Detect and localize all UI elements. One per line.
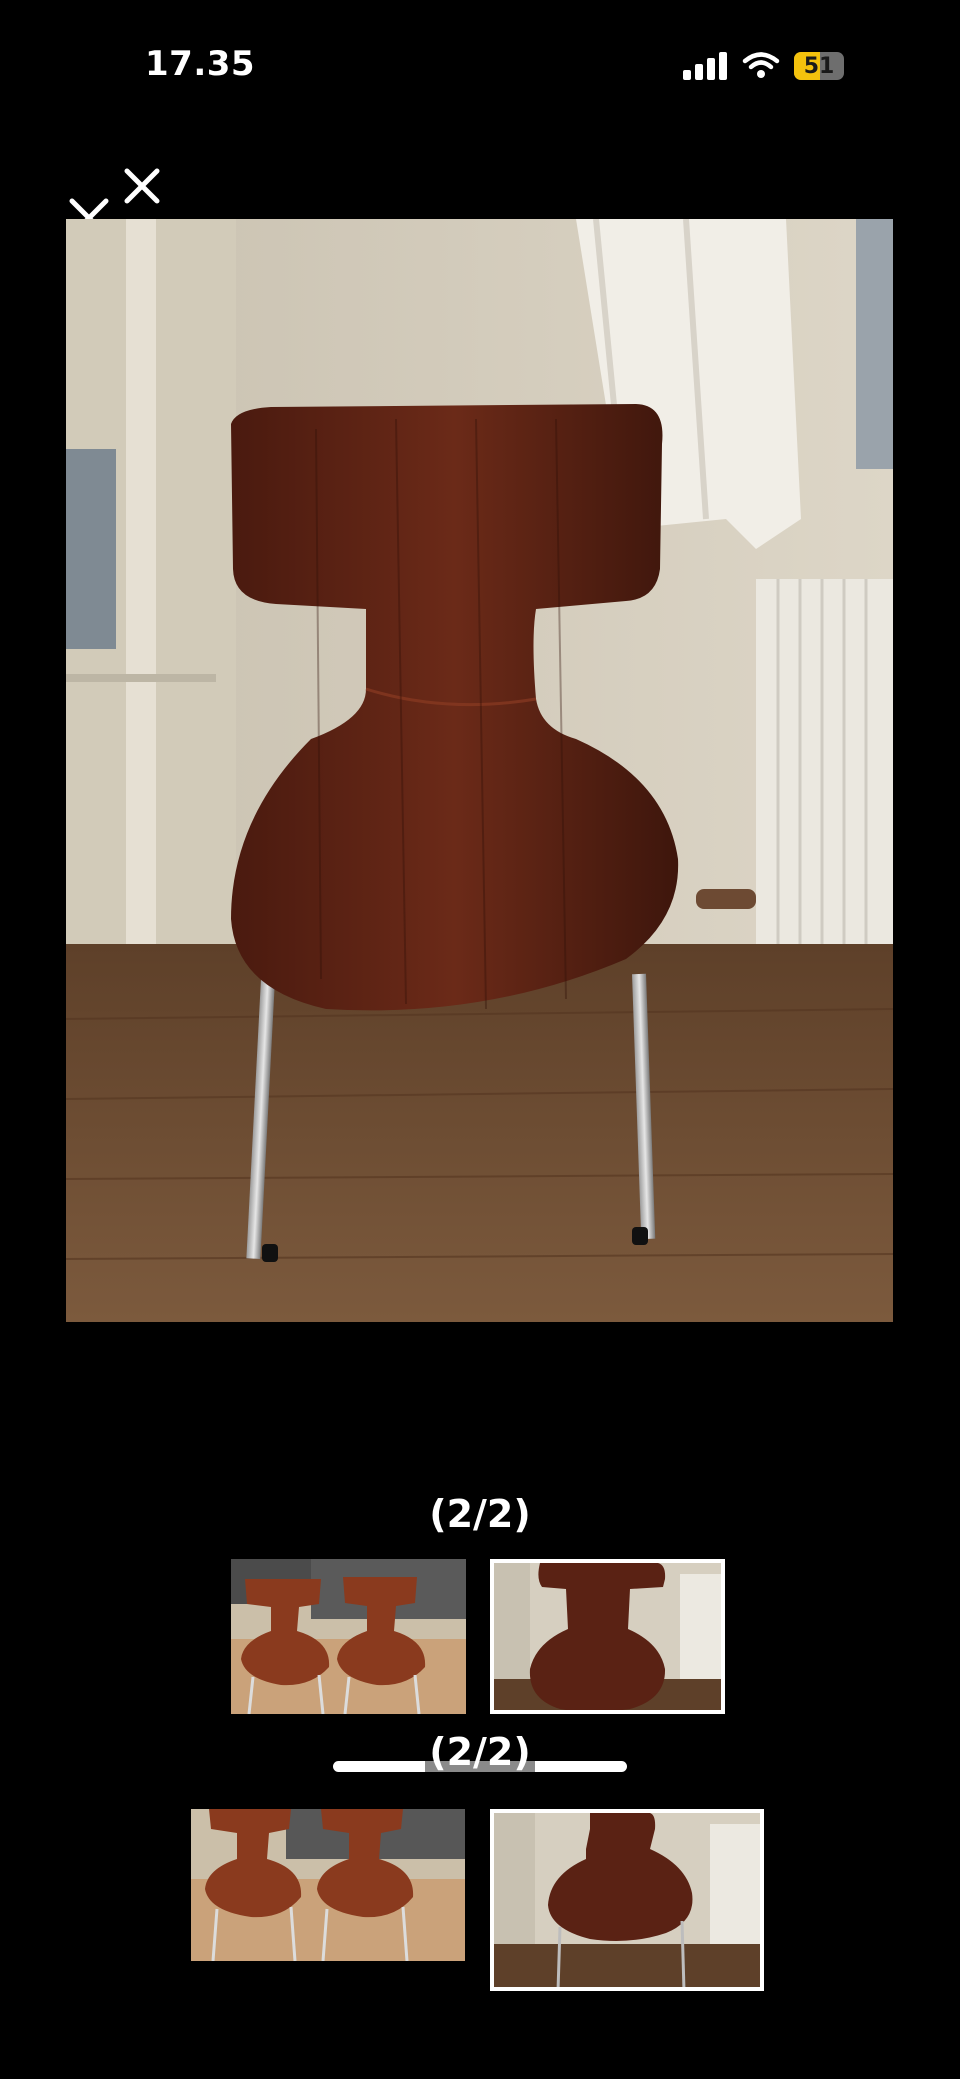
wifi-icon: [741, 50, 781, 80]
cellular-signal-icon: [683, 50, 727, 80]
thumbnail-2[interactable]: [490, 1559, 725, 1714]
battery-level: 51: [803, 53, 835, 79]
status-time: 17.35: [145, 44, 256, 84]
battery-icon: 51: [794, 52, 844, 80]
thumbnail-1-large[interactable]: [191, 1809, 465, 1961]
close-button-secondary[interactable]: [122, 166, 162, 206]
image-counter: (2/2): [429, 1492, 531, 1536]
close-icon: [124, 168, 160, 204]
status-bar: 17.35 51: [0, 0, 960, 130]
main-photo-chair[interactable]: [66, 219, 893, 1322]
thumbnail-2-large[interactable]: [490, 1809, 764, 1991]
thumbnail-1[interactable]: [231, 1559, 466, 1714]
image-counter-overlay: (2/2): [429, 1730, 531, 1774]
